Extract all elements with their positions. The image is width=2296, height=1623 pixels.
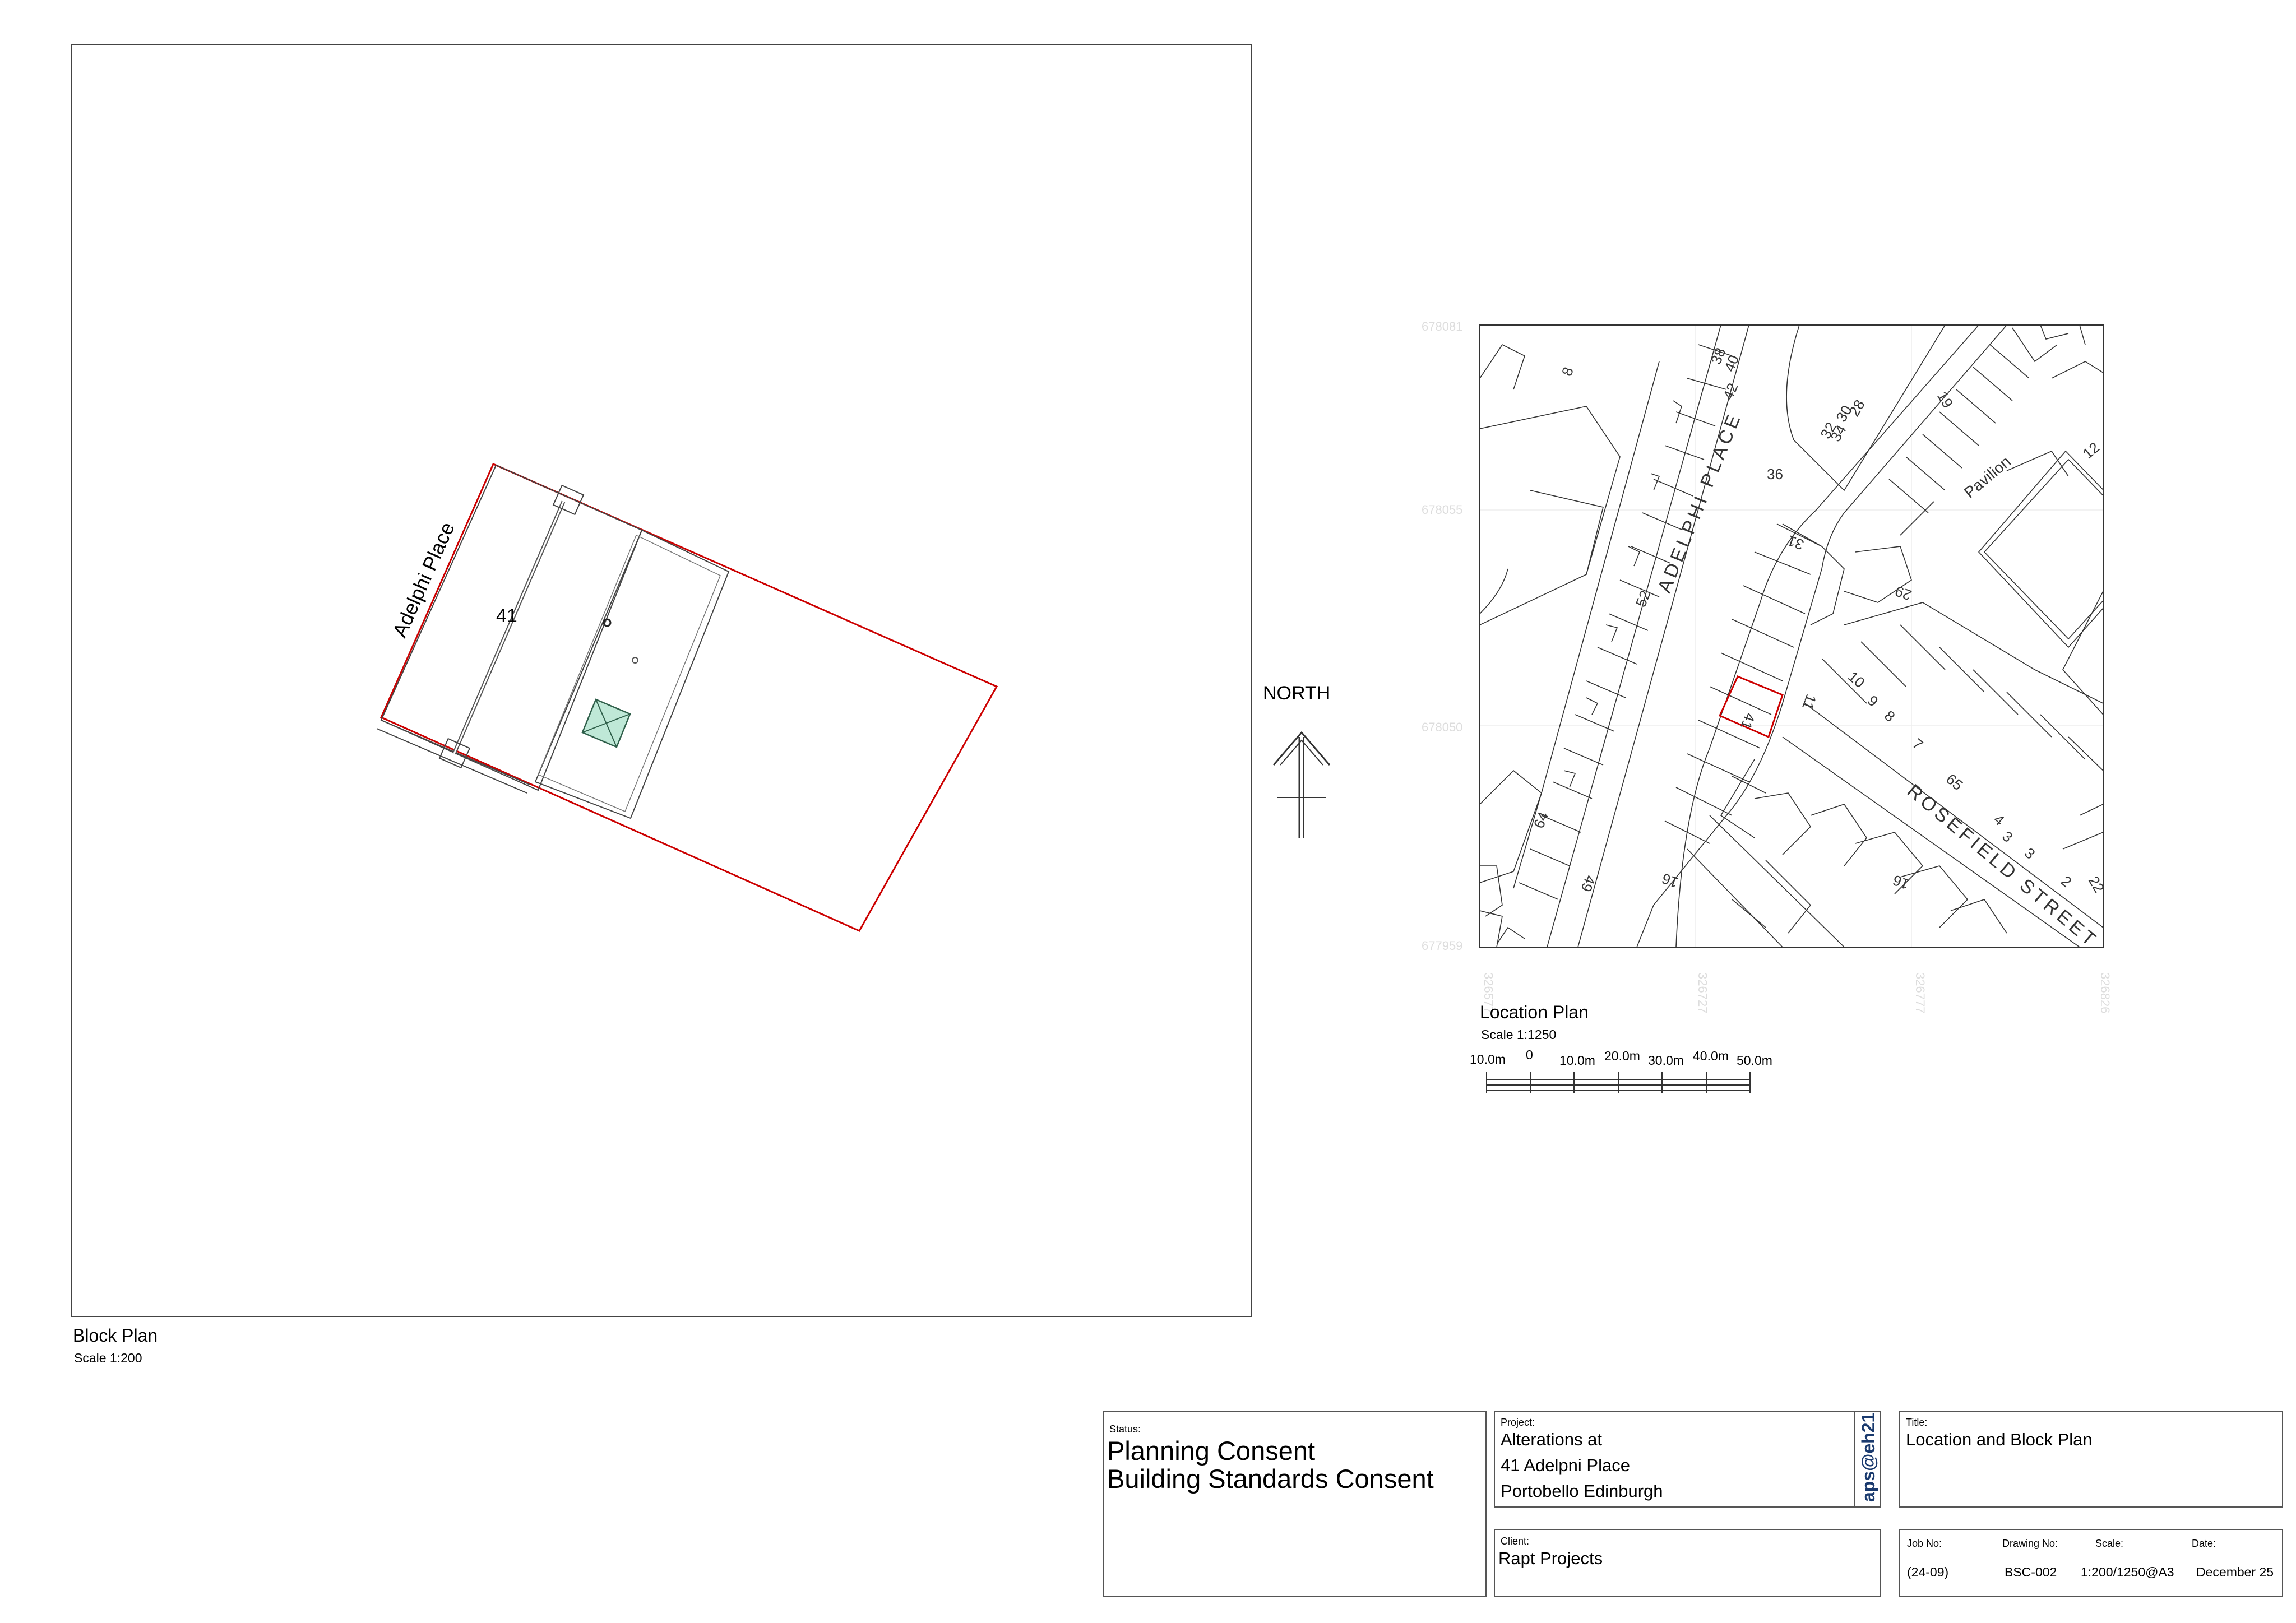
block-plan-drawing: 41 Adelphi Place bbox=[376, 463, 998, 932]
site-boundary bbox=[380, 463, 998, 932]
company-logo: aps@eh21 bbox=[1858, 1412, 1878, 1502]
drawing-no-label: Drawing No: bbox=[2002, 1538, 2058, 1549]
grid-label-y-4: 677959 bbox=[1422, 939, 1462, 953]
client-box: Client: Rapt Projects bbox=[1494, 1529, 1881, 1597]
job-no-label: Job No: bbox=[1907, 1538, 1942, 1549]
rear-extension bbox=[534, 529, 730, 819]
scale-bar-label: 10.0m bbox=[1559, 1053, 1595, 1068]
house-number: 41 bbox=[1737, 711, 1758, 731]
scale-bar: 10.0m 0 10.0m 20.0m 30.0m 40.0m 50.0m bbox=[1470, 1047, 1772, 1093]
grid-label-y-1: 678081 bbox=[1422, 319, 1462, 333]
scale-bar-label: 0 bbox=[1526, 1047, 1533, 1062]
house-number: 10 bbox=[1845, 668, 1868, 692]
drawing-no: BSC-002 bbox=[2005, 1565, 2057, 1579]
date-label: Date: bbox=[2192, 1538, 2216, 1549]
project-box: Project: Alterations at 41 Adelpni Place… bbox=[1494, 1411, 1881, 1508]
date-value: December 25 bbox=[2196, 1565, 2274, 1579]
street-label-pavilion: Pavilion bbox=[1961, 453, 2014, 502]
scale-bar-label: 30.0m bbox=[1648, 1053, 1684, 1068]
block-plan-scale: Scale 1:200 bbox=[74, 1351, 142, 1365]
grid-label-x-3: 326777 bbox=[1913, 972, 1927, 1013]
house-number: 3 bbox=[1999, 828, 2016, 846]
grid-label-y-2: 678055 bbox=[1422, 503, 1462, 517]
location-plan-map: 678081 678055 678050 677959 326577 32672… bbox=[1422, 319, 2112, 1013]
rear-extension-inner bbox=[538, 534, 721, 812]
project-line-1: Alterations at bbox=[1501, 1430, 1602, 1449]
house-number: 29 bbox=[1893, 582, 1914, 604]
house-number: 42 bbox=[1720, 381, 1742, 402]
project-line-3: Portobello Edinburgh bbox=[1501, 1481, 1663, 1501]
drawing-info-box: Job No: Drawing No: Scale: Date: (24-09)… bbox=[1899, 1529, 2283, 1597]
north-arrow-icon bbox=[1272, 731, 1331, 838]
client-name: Rapt Projects bbox=[1498, 1548, 1603, 1568]
location-plan-title: Location Plan bbox=[1480, 1002, 1589, 1022]
house-number: 9 bbox=[1864, 692, 1881, 710]
plot-number: 41 bbox=[496, 605, 517, 627]
street-label-adelphi: ADELPHI PLACE bbox=[1654, 409, 1746, 596]
house-number: 12 bbox=[2080, 439, 2103, 462]
house-number: 52 bbox=[1632, 588, 1654, 609]
scale-bar-label: 10.0m bbox=[1470, 1052, 1506, 1066]
drawing-title: Location and Block Plan bbox=[1906, 1430, 2093, 1449]
scale-label: Scale: bbox=[2095, 1538, 2124, 1549]
house-number: 49 bbox=[1577, 873, 1599, 894]
scale-bar-label: 40.0m bbox=[1693, 1049, 1729, 1063]
scale-bar-label: 50.0m bbox=[1737, 1053, 1772, 1068]
logo-strip: aps@eh21 bbox=[1854, 1412, 1882, 1508]
scale-value: 1:200/1250@A3 bbox=[2081, 1565, 2174, 1579]
status-box: Status: Planning Consent Building Standa… bbox=[1103, 1411, 1487, 1597]
grid-label-x-2: 326727 bbox=[1696, 972, 1710, 1013]
status-line-2: Building Standards Consent bbox=[1107, 1464, 1434, 1494]
house-number: 8 bbox=[1881, 707, 1898, 725]
house-number: 16 bbox=[1660, 870, 1681, 891]
location-plan-scale: Scale 1:1250 bbox=[1481, 1027, 1557, 1042]
house-number: 36 bbox=[1767, 466, 1783, 483]
house-number: 22 bbox=[2085, 873, 2108, 896]
grid-label-x-4: 326826 bbox=[2098, 972, 2112, 1013]
house-number: 3 bbox=[2021, 845, 2038, 862]
flue-fitting bbox=[632, 657, 638, 664]
job-no: (24-09) bbox=[1907, 1565, 1949, 1579]
status-label: Status: bbox=[1109, 1423, 1141, 1435]
project-line-2: 41 Adelpni Place bbox=[1501, 1455, 1630, 1475]
house-number: 64 bbox=[1530, 809, 1552, 831]
house-number: 8 bbox=[1558, 365, 1577, 379]
front-wall-line-2 bbox=[376, 728, 527, 794]
house-number: 19 bbox=[1934, 388, 1956, 411]
party-wall-inner bbox=[453, 501, 564, 754]
block-plan-title: Block Plan bbox=[73, 1325, 158, 1346]
grid-label-y-3: 678050 bbox=[1422, 720, 1462, 734]
status-line-1: Planning Consent bbox=[1107, 1436, 1316, 1466]
house-number: 4 bbox=[1991, 811, 2007, 829]
house-number: 11 bbox=[1799, 692, 1820, 712]
title-box: Title: Location and Block Plan bbox=[1899, 1411, 2283, 1508]
house-number: 65 bbox=[1943, 771, 1966, 794]
scale-bar-label: 20.0m bbox=[1604, 1049, 1640, 1063]
house-number: 2 bbox=[2058, 873, 2075, 891]
